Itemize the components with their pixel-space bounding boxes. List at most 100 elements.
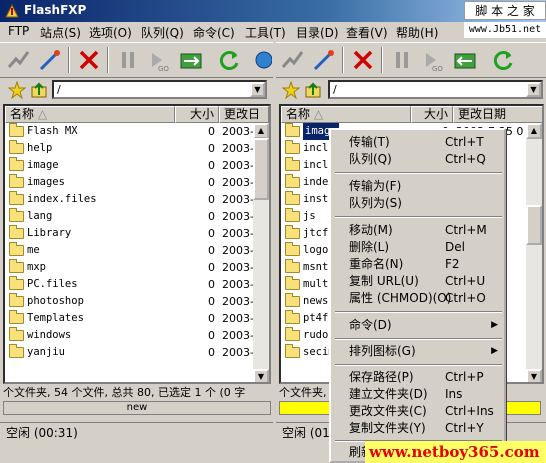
- file-row[interactable]: yanjiu 0 2003-5: [5, 344, 269, 361]
- folder-icon: [9, 293, 24, 307]
- scroll-up-icon[interactable]: ▲: [253, 123, 269, 139]
- file-row[interactable]: me 0 2003-3: [5, 242, 269, 259]
- file-size: 0: [208, 142, 215, 155]
- column-header-size[interactable]: 大小: [411, 106, 453, 123]
- menu-item-arrange-icons[interactable]: 排列图标(G) ▶: [333, 343, 504, 360]
- file-size: 0: [208, 176, 215, 189]
- menu-item-chmod[interactable]: 属性 (CHMOD)(O) Ctrl+O: [333, 290, 504, 307]
- pause-icon[interactable]: [389, 47, 415, 73]
- parent-folder-icon[interactable]: [30, 81, 48, 99]
- refresh-icon[interactable]: [490, 47, 516, 73]
- svg-text:GO: GO: [432, 65, 443, 73]
- menu-options[interactable]: 选项(O): [89, 24, 132, 41]
- menu-item-delete[interactable]: 删除(L) Del: [333, 239, 504, 256]
- pause-icon[interactable]: [115, 47, 141, 73]
- file-row[interactable]: PC.files 0 2003-3: [5, 276, 269, 293]
- menu-item-transfer[interactable]: 传输(T) Ctrl+T: [333, 134, 504, 151]
- menu-directory[interactable]: 目录(D): [296, 24, 339, 41]
- column-header-date[interactable]: 更改日: [219, 106, 269, 123]
- chevron-down-icon[interactable]: ▼: [526, 82, 541, 97]
- file-row[interactable]: photoshop 0 2003-3: [5, 293, 269, 310]
- local-file-list: 名称 △ 大小 更改日 Flash MX 0 2003-4 help 0 2003-3 im…: [3, 104, 271, 384]
- file-row[interactable]: Templates 0 2003-3: [5, 310, 269, 327]
- connect-icon[interactable]: [280, 47, 306, 73]
- skip-icon[interactable]: GO: [146, 47, 172, 73]
- scroll-thumb[interactable]: [526, 205, 542, 245]
- chevron-down-icon[interactable]: ▼: [250, 82, 265, 97]
- connect-icon[interactable]: [6, 47, 32, 73]
- file-row[interactable]: Library 0 2003-4: [5, 225, 269, 242]
- folder-icon: [9, 276, 24, 290]
- menu-view[interactable]: 查看(V): [346, 24, 388, 41]
- folder-icon: [9, 191, 24, 205]
- menu-item-transfer-as[interactable]: 传输为(F): [333, 178, 504, 195]
- quick-connect-icon[interactable]: [311, 47, 337, 73]
- menu-item-new-folder[interactable]: 建立文件夹(D) Ins: [333, 386, 504, 403]
- menu-item-queue[interactable]: 队列(Q) Ctrl+Q: [333, 151, 504, 168]
- menu-item-save-path[interactable]: 保存路径(P) Ctrl+P: [333, 369, 504, 386]
- skip-icon[interactable]: GO: [420, 47, 446, 73]
- watermark-url: www.Jb51.net: [464, 22, 546, 38]
- file-row[interactable]: Flash MX 0 2003-4: [5, 123, 269, 140]
- menu-item-rename[interactable]: 重命名(N) F2: [333, 256, 504, 273]
- scroll-down-icon[interactable]: ▼: [253, 369, 269, 382]
- remote-vertical-scrollbar[interactable]: ▲ ▼: [526, 123, 542, 382]
- file-row[interactable]: index.files 0 2003-3: [5, 191, 269, 208]
- file-name: mxp: [27, 261, 46, 273]
- scroll-thumb[interactable]: [253, 138, 269, 200]
- favorites-star-icon[interactable]: [8, 81, 26, 99]
- transfer-icon[interactable]: [178, 47, 204, 73]
- menu-item-commands[interactable]: 命令(D) ▶: [333, 317, 504, 334]
- file-size: 0: [208, 346, 215, 359]
- favorites-star-icon[interactable]: [282, 81, 300, 99]
- folder-icon: [9, 259, 24, 273]
- column-header-date[interactable]: 更改日期: [453, 106, 542, 123]
- menu-item-move[interactable]: 移动(M) Ctrl+M: [333, 222, 504, 239]
- file-name: windows: [27, 329, 72, 341]
- disconnect-icon[interactable]: [76, 47, 102, 73]
- menu-commands[interactable]: 命令(C): [193, 24, 235, 41]
- column-header-name[interactable]: 名称 △: [5, 106, 175, 123]
- file-row[interactable]: mxp 0 2003-7: [5, 259, 269, 276]
- transfer-icon[interactable]: [452, 47, 478, 73]
- folder-icon: [9, 174, 24, 188]
- column-header-size[interactable]: 大小: [175, 106, 219, 123]
- menu-item-copy-folder[interactable]: 复制文件夹(Y) Ctrl+Y: [333, 420, 504, 437]
- file-name: js: [303, 210, 316, 222]
- menu-site[interactable]: 站点(S): [40, 24, 81, 41]
- file-row[interactable]: help 0 2003-3: [5, 140, 269, 157]
- file-size: 0: [208, 295, 215, 308]
- remote-path-bar: / ▼: [276, 79, 546, 101]
- file-row[interactable]: lang 0 2003-8: [5, 208, 269, 225]
- scroll-up-icon[interactable]: ▲: [526, 123, 542, 139]
- local-status-text: 个文件夹, 54 个文件, 总共 80, 已选定 1 个 (0 字: [3, 386, 246, 399]
- local-vertical-scrollbar[interactable]: ▲ ▼: [253, 123, 269, 382]
- title-bar: FlashFXP 脚 本 之 家: [0, 0, 546, 22]
- menu-item-change-folder[interactable]: 更改文件夹(C) Ctrl+Ins: [333, 403, 504, 420]
- menu-tools[interactable]: 工具(T): [245, 24, 286, 41]
- file-size: 0: [208, 244, 215, 257]
- menu-item-queue-as[interactable]: 队列为(S): [333, 195, 504, 212]
- scroll-down-icon[interactable]: ▼: [526, 369, 542, 382]
- file-row[interactable]: image 0 2003-3: [5, 157, 269, 174]
- menu-queue[interactable]: 队列(Q): [141, 24, 184, 41]
- menu-ftp[interactable]: FTP: [8, 24, 29, 38]
- column-header-name[interactable]: 名称 △: [281, 106, 411, 123]
- quick-connect-icon[interactable]: [37, 47, 63, 73]
- file-row[interactable]: images 0 2003-3: [5, 174, 269, 191]
- parent-folder-icon[interactable]: [304, 81, 322, 99]
- file-size: 0: [208, 312, 215, 325]
- watermark-top: 脚 本 之 家: [464, 1, 546, 20]
- local-path-input[interactable]: / ▼: [52, 80, 267, 99]
- file-name: image: [27, 159, 59, 171]
- remote-path-input[interactable]: / ▼: [328, 80, 543, 99]
- file-name: index.files: [27, 193, 97, 205]
- file-row[interactable]: windows 0 2003-3: [5, 327, 269, 344]
- menu-item-copy-url[interactable]: 复制 URL(U) Ctrl+U: [333, 273, 504, 290]
- refresh-icon[interactable]: [216, 47, 242, 73]
- globe-icon[interactable]: [252, 47, 272, 73]
- folder-icon: [285, 327, 300, 341]
- file-name: help: [27, 142, 53, 154]
- disconnect-icon[interactable]: [350, 47, 376, 73]
- menu-help[interactable]: 帮助(H): [396, 24, 438, 41]
